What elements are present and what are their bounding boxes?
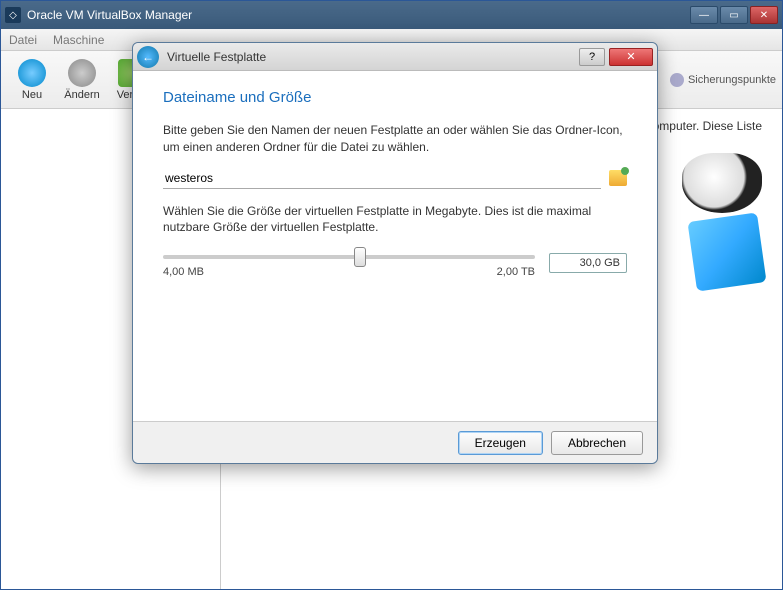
dialog-heading: Dateiname und Größe: [163, 89, 627, 106]
minimize-button[interactable]: —: [690, 6, 718, 24]
wizard-dialog: ← Virtuelle Festplatte ? ✕ Dateiname und…: [132, 42, 658, 464]
maximize-button[interactable]: ▭: [720, 6, 748, 24]
menu-maschine[interactable]: Maschine: [53, 33, 104, 47]
size-display[interactable]: 30,0 GB: [549, 253, 627, 273]
create-button[interactable]: Erzeugen: [458, 431, 543, 455]
dialog-titlebar[interactable]: ← Virtuelle Festplatte ? ✕: [133, 43, 657, 71]
filename-input[interactable]: [163, 168, 601, 189]
close-button[interactable]: ✕: [750, 6, 778, 24]
gear-icon: [68, 59, 96, 87]
cancel-button[interactable]: Abbrechen: [551, 431, 643, 455]
main-titlebar[interactable]: ◇ Oracle VM VirtualBox Manager — ▭ ✕: [1, 1, 782, 29]
back-icon[interactable]: ←: [137, 46, 159, 68]
help-button[interactable]: ?: [579, 48, 605, 66]
dialog-title: Virtuelle Festplatte: [167, 50, 579, 64]
filename-hint: Bitte geben Sie den Namen der neuen Fest…: [163, 122, 627, 156]
toolbar-aendern[interactable]: Ändern: [57, 59, 107, 101]
size-hint: Wählen Sie die Größe der virtuellen Fest…: [163, 203, 627, 237]
toolbar-aendern-label: Ändern: [64, 89, 99, 101]
app-title: Oracle VM VirtualBox Manager: [27, 8, 688, 22]
dialog-body: Dateiname und Größe Bitte geben Sie den …: [133, 71, 657, 421]
toolbar-snapshots-label: Sicherungspunkte: [688, 73, 776, 85]
slider-min-label: 4,00 MB: [163, 266, 204, 278]
dialog-close-button[interactable]: ✕: [609, 48, 653, 66]
app-icon: ◇: [5, 7, 21, 23]
virtualbox-logo-icon: [687, 212, 766, 291]
menu-datei[interactable]: Datei: [9, 33, 37, 47]
toolbar-neu-label: Neu: [22, 89, 42, 101]
toolbar-neu[interactable]: Neu: [7, 59, 57, 101]
new-icon: [18, 59, 46, 87]
size-slider[interactable]: [163, 255, 535, 259]
snapshot-icon: [670, 73, 684, 87]
folder-icon[interactable]: [609, 170, 627, 186]
toolbar-snapshots[interactable]: Sicherungspunkte: [670, 73, 776, 87]
slider-max-label: 2,00 TB: [497, 266, 535, 278]
details-text: Computer. Diese Liste: [644, 119, 762, 133]
dialog-footer: Erzeugen Abbrechen: [133, 421, 657, 463]
penguin-icon: [682, 153, 762, 213]
